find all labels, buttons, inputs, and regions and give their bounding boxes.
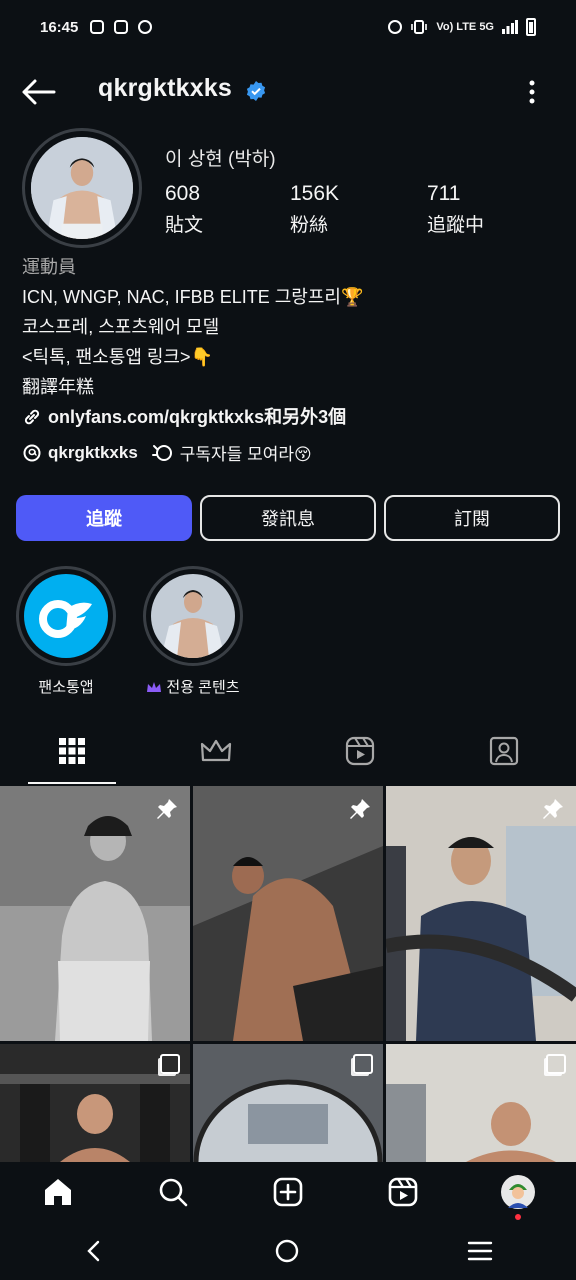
stat-following[interactable]: 711 追蹤中 (427, 182, 484, 237)
create-post-icon (273, 1177, 303, 1207)
nav-reels[interactable] (346, 1177, 461, 1207)
nav-create[interactable] (230, 1177, 345, 1207)
network-indicator: Vo) LTE 5G (436, 21, 494, 33)
bio-link-text: onlyfans.com/qkrgktkxks和另外3個 (48, 407, 347, 427)
system-recents-icon[interactable] (467, 1240, 493, 1262)
bio-line: 코스프레, 스포츠웨어 모델 (22, 317, 220, 337)
more-options-icon[interactable] (520, 76, 544, 108)
highlight-photo (151, 574, 235, 658)
nav-search[interactable] (115, 1177, 230, 1207)
channel-icon (151, 444, 172, 461)
profile-category: 運動員 (22, 257, 76, 277)
highlight-label: 팬소통앱 (38, 679, 94, 696)
onlyfans-logo-icon (24, 574, 108, 658)
posts-label: 貼文 (165, 215, 204, 236)
avatar-photo (31, 137, 133, 239)
bio-line: 翻譯年糕 (22, 377, 94, 397)
pin-icon (157, 799, 177, 819)
tagged-icon (489, 736, 519, 766)
threads-row: qkrgktkxks 구독자들 모여라😚 (22, 440, 312, 465)
highlight-label: 전용 콘텐츠 (166, 679, 240, 696)
following-label: 追蹤中 (427, 215, 485, 236)
post-thumbnail[interactable] (386, 1044, 576, 1162)
stat-posts[interactable]: 608 貼文 (165, 182, 203, 237)
system-home-icon[interactable] (274, 1238, 300, 1264)
status-bar: 16:45 Vo) LTE 5G (0, 0, 576, 54)
post-thumbnail[interactable] (193, 1044, 383, 1162)
profile-avatar-icon (501, 1175, 536, 1209)
multiple-photos-icon (160, 1054, 180, 1074)
notification-dot (515, 1214, 522, 1220)
pin-icon (350, 799, 370, 819)
crown-icon (147, 681, 162, 692)
pin-icon (543, 799, 563, 819)
profile-header: qkrgktkxks (0, 60, 576, 124)
highlight-fan-app[interactable]: 팬소통앱 (15, 566, 117, 697)
tab-reels[interactable] (288, 718, 432, 784)
following-count: 711 (427, 182, 461, 205)
threads-icon (23, 444, 41, 461)
signal-icon (502, 20, 518, 34)
post-thumbnail[interactable] (0, 1044, 190, 1162)
home-icon (44, 1179, 71, 1205)
battery-icon (526, 18, 536, 36)
status-time: 16:45 (40, 18, 79, 36)
messenger-notification-icon (138, 20, 153, 34)
profile-avatar[interactable] (22, 128, 142, 248)
app-notification-icon (114, 20, 129, 34)
followers-label: 粉絲 (290, 215, 329, 236)
post-thumbnail[interactable] (386, 786, 576, 1041)
header-username: qkrgktkxks (98, 74, 233, 102)
tab-tagged[interactable] (432, 718, 576, 784)
multiple-photos-icon (546, 1054, 566, 1074)
posts-grid (0, 786, 576, 1162)
message-button[interactable]: 發訊息 (200, 495, 376, 541)
highlight-exclusive-content[interactable]: 전용 콘텐츠 (142, 566, 244, 697)
follow-button[interactable]: 追蹤 (16, 495, 192, 541)
post-thumbnail[interactable] (193, 786, 383, 1041)
verified-badge-icon (246, 81, 266, 101)
bio-link[interactable]: onlyfans.com/qkrgktkxks和另外3個 (22, 402, 562, 432)
instagram-notification-icon (90, 20, 105, 34)
profile-tabs (0, 718, 576, 784)
grid-icon (59, 738, 85, 764)
bio-line: <틱톡, 팬소통앱 링크>👇 (22, 347, 213, 367)
system-back-icon[interactable] (83, 1239, 107, 1263)
subscribe-button[interactable]: 訂閱 (384, 495, 560, 541)
post-thumbnail[interactable] (0, 786, 190, 1041)
system-navigation (0, 1222, 576, 1280)
reels-icon (345, 736, 375, 766)
vibrate-icon (411, 20, 428, 34)
tab-subscriber-content[interactable] (144, 718, 288, 784)
reels-icon (388, 1177, 418, 1207)
bio-line: ICN, WNGP, NAC, IFBB ELITE 그랑프리🏆 (22, 287, 364, 307)
search-icon (159, 1178, 188, 1207)
nav-home[interactable] (0, 1177, 115, 1207)
stat-followers[interactable]: 156K 粉絲 (290, 182, 339, 237)
bottom-navigation (0, 1162, 576, 1222)
alarm-icon (388, 20, 403, 34)
crown-outline-icon (200, 739, 232, 762)
display-name: 이 상현 (박하) (165, 149, 276, 170)
threads-badge[interactable]: qkrgktkxks (22, 443, 138, 463)
back-arrow-icon[interactable] (20, 76, 56, 108)
broadcast-channel[interactable]: 구독자들 모여라😚 (151, 440, 312, 465)
posts-count: 608 (165, 182, 201, 205)
followers-count: 156K (290, 182, 340, 205)
link-icon (24, 409, 40, 425)
channel-text: 구독자들 모여라😚 (179, 445, 312, 464)
threads-handle: qkrgktkxks (48, 442, 138, 462)
profile-bio: 運動員 ICN, WNGP, NAC, IFBB ELITE 그랑프리🏆 코스프… (22, 252, 562, 432)
nav-profile[interactable] (461, 1174, 576, 1220)
multiple-photos-icon (353, 1054, 373, 1074)
tab-posts-grid[interactable] (0, 718, 144, 784)
